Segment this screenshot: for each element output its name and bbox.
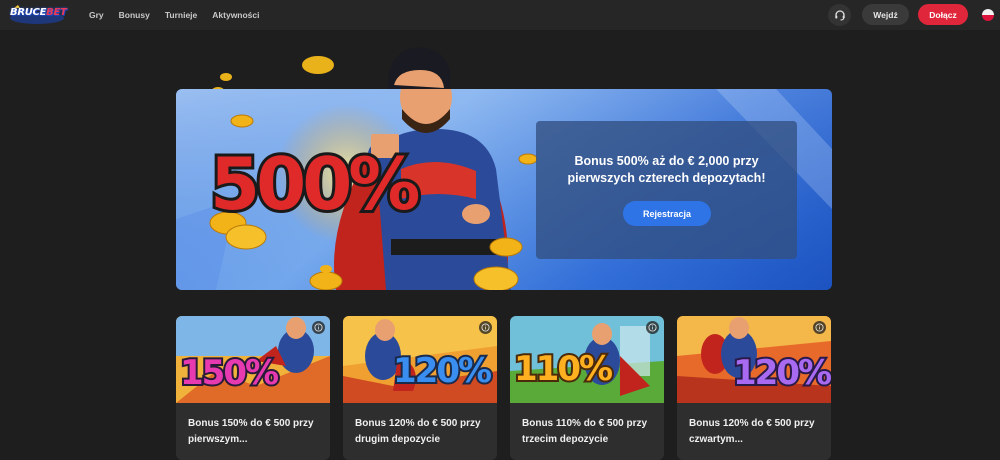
card-badge: 110%: [514, 349, 612, 389]
card-badge: 120%: [733, 353, 831, 393]
info-icon[interactable]: [312, 321, 325, 334]
brand-logo[interactable]: BRUCEBET: [8, 4, 67, 26]
register-button[interactable]: Rejestracja: [623, 201, 711, 226]
bonus-card-2[interactable]: 120% Bonus 120% do € 500 przy drugim dep…: [343, 316, 497, 460]
headset-icon: [834, 10, 845, 21]
card-badge: 120%: [393, 351, 491, 391]
bonus-card-illustration: 120%: [677, 316, 831, 403]
hero-banner[interactable]: 500% Bonus 500% aż do € 2,000 przy pierw…: [176, 89, 832, 290]
bonus-card-image: 120%: [677, 316, 831, 403]
nav-item-games[interactable]: Gry: [89, 10, 104, 20]
info-icon[interactable]: [479, 321, 492, 334]
bonus-card-illustration: 150%: [176, 316, 330, 403]
bonus-card-4[interactable]: 120% Bonus 120% do € 500 przy czwartym..…: [677, 316, 831, 460]
hero-badge-text: 500%: [210, 142, 418, 226]
logo-text: BRUCEBET: [10, 7, 67, 18]
nav-item-activities[interactable]: Aktywności: [212, 10, 259, 20]
info-icon[interactable]: [646, 321, 659, 334]
info-icon[interactable]: [813, 321, 826, 334]
bonus-card-illustration: 110%: [510, 316, 664, 403]
login-button[interactable]: Wejdź: [862, 4, 909, 25]
bonus-card-3[interactable]: 110% Bonus 110% do € 500 przy trzecim de…: [510, 316, 664, 460]
main-nav: Gry Bonusy Turnieje Aktywności: [89, 0, 275, 30]
flag-pl-icon[interactable]: [982, 9, 994, 21]
bonus-card-image: 110%: [510, 316, 664, 403]
card-title: Bonus 150% do € 500 przy pierwszym...: [188, 418, 314, 445]
card-title: Bonus 120% do € 500 przy czwartym...: [689, 418, 815, 445]
bonus-card-image: 150%: [176, 316, 330, 403]
card-title: Bonus 120% do € 500 przy drugim depozyci…: [355, 418, 481, 445]
card-title: Bonus 110% do € 500 przy trzecim depozyc…: [522, 418, 648, 445]
hero-percent-badge: 500%: [207, 139, 425, 227]
card-badge: 150%: [180, 353, 278, 393]
bonus-card-1[interactable]: 150% Bonus 150% do € 500 przy pierwszym.…: [176, 316, 330, 460]
bonus-card-illustration: 120%: [343, 316, 497, 403]
nav-item-tournaments[interactable]: Turnieje: [165, 10, 197, 20]
nav-item-bonuses[interactable]: Bonusy: [119, 10, 150, 20]
hero-title: Bonus 500% aż do € 2,000 przy pierwszych…: [567, 154, 766, 185]
top-bar: BRUCEBET Gry Bonusy Turnieje Aktywności …: [0, 0, 1000, 30]
join-button[interactable]: Dołącz: [918, 4, 968, 25]
hero-offer-panel: Bonus 500% aż do € 2,000 przy pierwszych…: [536, 121, 797, 259]
support-button[interactable]: [828, 4, 851, 26]
bonus-card-image: 120%: [343, 316, 497, 403]
